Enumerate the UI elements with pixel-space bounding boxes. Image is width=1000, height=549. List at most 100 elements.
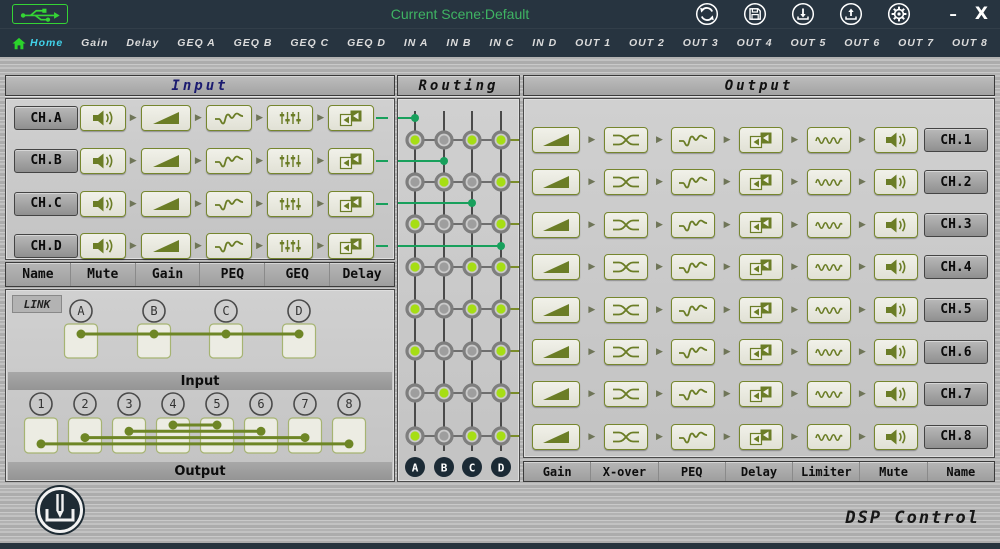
limiter-button[interactable] bbox=[807, 297, 851, 323]
routing-node-D-out4[interactable] bbox=[493, 259, 509, 275]
xover-button[interactable] bbox=[604, 254, 648, 280]
xover-button[interactable] bbox=[604, 169, 648, 195]
gain-button[interactable] bbox=[141, 233, 191, 259]
peq-button[interactable] bbox=[671, 381, 715, 407]
download-button[interactable] bbox=[791, 2, 815, 26]
link-input-button-A[interactable] bbox=[65, 324, 98, 358]
peq-button[interactable] bbox=[671, 169, 715, 195]
tab-geq-d[interactable]: GEQ D bbox=[347, 37, 386, 49]
channel-label-button[interactable]: CH.3 bbox=[924, 213, 988, 237]
routing-node-D-out2[interactable] bbox=[493, 174, 509, 190]
peq-button[interactable] bbox=[671, 297, 715, 323]
tab-in-d[interactable]: IN D bbox=[532, 37, 557, 49]
tab-in-c[interactable]: IN C bbox=[489, 37, 514, 49]
delay-button[interactable] bbox=[739, 424, 783, 450]
tab-gain[interactable]: Gain bbox=[81, 37, 108, 49]
limiter-button[interactable] bbox=[807, 339, 851, 365]
tab-geq-c[interactable]: GEQ C bbox=[290, 37, 329, 49]
routing-node-A-out6[interactable] bbox=[407, 343, 423, 359]
gain-button[interactable] bbox=[532, 169, 580, 195]
limiter-button[interactable] bbox=[807, 381, 851, 407]
routing-node-B-out2[interactable] bbox=[436, 174, 452, 190]
tab-out-2[interactable]: OUT 2 bbox=[629, 37, 665, 49]
limiter-button[interactable] bbox=[807, 127, 851, 153]
tab-in-a[interactable]: IN A bbox=[404, 37, 429, 49]
link-input-button-C[interactable] bbox=[210, 324, 243, 358]
channel-label-button[interactable]: CH.6 bbox=[924, 340, 988, 364]
peq-button[interactable] bbox=[671, 254, 715, 280]
tab-out-8[interactable]: OUT 8 bbox=[952, 37, 988, 49]
mute-button[interactable] bbox=[874, 212, 918, 238]
delay-button[interactable] bbox=[739, 212, 783, 238]
routing-node-D-out7[interactable] bbox=[493, 385, 509, 401]
channel-label-button[interactable]: CH.5 bbox=[924, 298, 988, 322]
geq-button[interactable] bbox=[267, 233, 313, 259]
mute-button[interactable] bbox=[874, 381, 918, 407]
mute-button[interactable] bbox=[80, 148, 126, 174]
delay-button[interactable] bbox=[328, 105, 374, 131]
channel-label-button[interactable]: CH.1 bbox=[924, 128, 988, 152]
routing-node-C-out3[interactable] bbox=[464, 216, 480, 232]
gain-button[interactable] bbox=[532, 127, 580, 153]
peq-button[interactable] bbox=[206, 191, 252, 217]
link-input-button-B[interactable] bbox=[138, 324, 171, 358]
mute-button[interactable] bbox=[80, 105, 126, 131]
peq-button[interactable] bbox=[206, 105, 252, 131]
mute-button[interactable] bbox=[80, 233, 126, 259]
peq-button[interactable] bbox=[206, 148, 252, 174]
routing-node-C-out8[interactable] bbox=[464, 428, 480, 444]
gain-button[interactable] bbox=[141, 105, 191, 131]
routing-node-A-out4[interactable] bbox=[407, 259, 423, 275]
channel-label-button[interactable]: CH.4 bbox=[924, 255, 988, 279]
peq-button[interactable] bbox=[671, 424, 715, 450]
gain-button[interactable] bbox=[532, 212, 580, 238]
routing-node-D-out8[interactable] bbox=[493, 428, 509, 444]
gain-button[interactable] bbox=[532, 339, 580, 365]
geq-button[interactable] bbox=[267, 191, 313, 217]
routing-node-D-out6[interactable] bbox=[493, 343, 509, 359]
gain-button[interactable] bbox=[532, 381, 580, 407]
routing-node-A-out7[interactable] bbox=[407, 385, 423, 401]
routing-node-B-out1[interactable] bbox=[436, 132, 452, 148]
tab-out-4[interactable]: OUT 4 bbox=[737, 37, 773, 49]
peq-button[interactable] bbox=[671, 212, 715, 238]
settings-button[interactable] bbox=[887, 2, 911, 26]
peq-button[interactable] bbox=[671, 339, 715, 365]
peq-button[interactable] bbox=[206, 233, 252, 259]
routing-node-A-out5[interactable] bbox=[407, 301, 423, 317]
geq-button[interactable] bbox=[267, 105, 313, 131]
routing-node-B-out5[interactable] bbox=[436, 301, 452, 317]
routing-node-C-out6[interactable] bbox=[464, 343, 480, 359]
refresh-button[interactable] bbox=[695, 2, 719, 26]
minimize-button[interactable]: – bbox=[945, 5, 961, 23]
channel-label-button[interactable]: CH.B bbox=[14, 149, 78, 173]
link-input-button-D[interactable] bbox=[283, 324, 316, 358]
channel-label-button[interactable]: CH.2 bbox=[924, 170, 988, 194]
limiter-button[interactable] bbox=[807, 212, 851, 238]
mute-button[interactable] bbox=[874, 254, 918, 280]
routing-node-B-out8[interactable] bbox=[436, 428, 452, 444]
mute-button[interactable] bbox=[80, 191, 126, 217]
tab-home[interactable]: Home bbox=[12, 37, 63, 50]
tab-delay[interactable]: Delay bbox=[126, 37, 159, 49]
xover-button[interactable] bbox=[604, 424, 648, 450]
delay-button[interactable] bbox=[739, 297, 783, 323]
channel-label-button[interactable]: CH.7 bbox=[924, 382, 988, 406]
mute-button[interactable] bbox=[874, 169, 918, 195]
xover-button[interactable] bbox=[604, 127, 648, 153]
save-button[interactable] bbox=[743, 2, 767, 26]
gain-button[interactable] bbox=[141, 148, 191, 174]
delay-button[interactable] bbox=[328, 191, 374, 217]
delay-button[interactable] bbox=[739, 169, 783, 195]
xover-button[interactable] bbox=[604, 297, 648, 323]
channel-label-button[interactable]: CH.C bbox=[14, 192, 78, 216]
routing-node-A-out8[interactable] bbox=[407, 428, 423, 444]
routing-node-C-out4[interactable] bbox=[464, 259, 480, 275]
delay-button[interactable] bbox=[328, 148, 374, 174]
delay-button[interactable] bbox=[328, 233, 374, 259]
tab-out-7[interactable]: OUT 7 bbox=[898, 37, 934, 49]
limiter-button[interactable] bbox=[807, 254, 851, 280]
xover-button[interactable] bbox=[604, 339, 648, 365]
routing-node-D-out3[interactable] bbox=[493, 216, 509, 232]
upload-button[interactable] bbox=[839, 2, 863, 26]
